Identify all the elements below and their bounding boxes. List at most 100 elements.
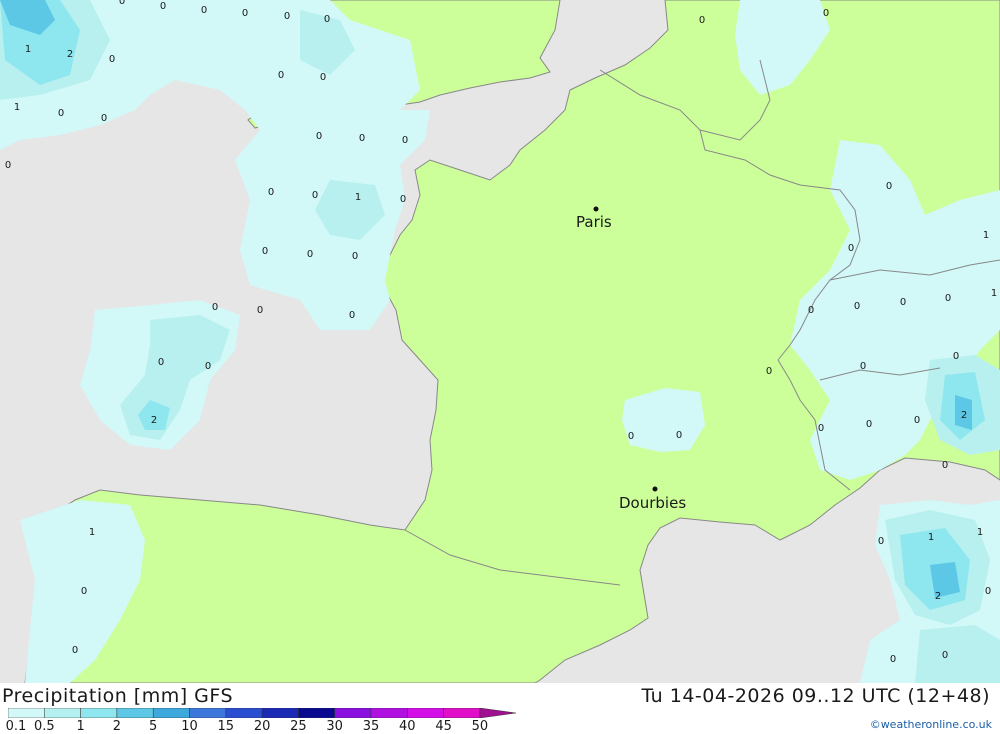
city-label-dourbies: Dourbies [619, 494, 686, 512]
value-label: 1 [928, 532, 934, 543]
value-label: 0 [890, 654, 896, 665]
value-label: 1 [14, 102, 20, 113]
value-label: 0 [58, 108, 64, 119]
value-label: 0 [205, 361, 211, 372]
value-label: 0 [101, 113, 107, 124]
value-label: 0 [942, 460, 948, 471]
legend-swatch [80, 708, 118, 718]
value-label: 0 [766, 366, 772, 377]
value-label: 0 [160, 1, 166, 12]
legend-color-bar [8, 708, 516, 718]
value-label: 0 [352, 251, 358, 262]
legend-value-label: 0.5 [33, 719, 55, 734]
value-label: 1 [25, 44, 31, 55]
legend-value-label: 2 [112, 719, 122, 734]
value-label: 0 [942, 650, 948, 661]
value-label: 0 [400, 194, 406, 205]
value-label: 0 [284, 11, 290, 22]
legend-value-label: 1 [76, 719, 85, 734]
value-label: 0 [878, 536, 884, 547]
value-label: 0 [316, 131, 322, 142]
map-footer: Precipitation [mm] GFS Tu 14-04-2026 09.… [0, 683, 1000, 734]
value-label: 2 [151, 415, 157, 426]
legend-swatch [407, 708, 444, 718]
city-dot-paris [593, 206, 599, 212]
legend-swatch [8, 708, 45, 718]
value-label: 0 [699, 15, 705, 26]
value-label: 0 [72, 645, 78, 656]
value-label: 0 [628, 431, 634, 442]
value-label: 0 [257, 305, 263, 316]
legend-labels: 0.1 0.5 1 2 5 10 15 20 25 30 35 40 45 50 [0, 719, 560, 734]
value-label: 0 [808, 305, 814, 316]
value-label: 0 [848, 243, 854, 254]
city-label-paris: Paris [576, 213, 612, 231]
legend-swatch [334, 708, 372, 718]
value-label: 0 [262, 246, 268, 257]
value-label: 0 [953, 351, 959, 362]
legend-value-label: 35 [362, 719, 380, 734]
legend-swatch [152, 708, 190, 718]
value-label: 0 [278, 70, 284, 81]
value-label: 0 [818, 423, 824, 434]
credit-link[interactable]: ©weatheronline.co.uk [870, 718, 992, 731]
value-label: 0 [324, 14, 330, 25]
legend-value-label: 40 [399, 719, 416, 734]
value-label: 0 [823, 8, 829, 19]
legend-swatch [298, 708, 335, 718]
legend-value-label: 5 [149, 719, 158, 734]
value-label: 1 [89, 527, 95, 538]
value-label: 1 [977, 527, 983, 538]
value-label: 1 [983, 230, 989, 241]
legend-value-label: 0.1 [5, 719, 27, 734]
value-label: 1 [355, 192, 361, 203]
value-label: 0 [307, 249, 313, 260]
value-label: 0 [242, 8, 248, 19]
value-label: 0 [5, 160, 11, 171]
value-label: 0 [900, 297, 906, 308]
value-label: 0 [268, 187, 274, 198]
value-label: 0 [109, 54, 115, 65]
value-label: 0 [81, 586, 87, 597]
legend-swatch [44, 708, 81, 718]
value-label: 2 [67, 49, 73, 60]
value-label: 0 [860, 361, 866, 372]
value-label: 0 [945, 293, 951, 304]
map-canvas: 0 0 0 0 0 0 0 0 1 2 0 1 0 0 0 0 0 0 0 0 … [0, 0, 1000, 683]
value-label: 0 [866, 419, 872, 430]
legend-swatch [189, 708, 227, 718]
map-title: Precipitation [mm] GFS [2, 685, 234, 707]
legend-swatch [443, 708, 481, 718]
legend-value-label: 30 [326, 719, 343, 734]
legend-value-label: 15 [217, 719, 235, 734]
value-label: 0 [119, 0, 125, 7]
legend-value-label: 25 [290, 719, 307, 734]
value-label: 0 [201, 5, 207, 16]
legend-value-label: 50 [471, 719, 489, 734]
legend-value-label: 20 [253, 719, 271, 734]
value-label: 2 [935, 591, 941, 602]
legend-swatch [261, 708, 299, 718]
legend-swatch [225, 708, 263, 718]
value-label: 1 [991, 288, 997, 299]
value-label: 0 [320, 72, 326, 83]
legend-swatch [116, 708, 154, 718]
value-label: 2 [961, 410, 967, 421]
value-label: 0 [676, 430, 682, 441]
legend-swatch [479, 708, 516, 718]
precipitation-map: 0 0 0 0 0 0 0 0 1 2 0 1 0 0 0 0 0 0 0 0 … [0, 0, 1000, 683]
forecast-timestamp: Tu 14-04-2026 09..12 UTC (12+48) [641, 685, 990, 707]
legend-value-label: 45 [435, 719, 452, 734]
value-label: 0 [402, 135, 408, 146]
value-label: 0 [985, 586, 991, 597]
value-label: 0 [312, 190, 318, 201]
value-label: 0 [886, 181, 892, 192]
value-label: 0 [212, 302, 218, 313]
value-label: 0 [914, 415, 920, 426]
value-label: 0 [158, 357, 164, 368]
city-dot-dourbies [652, 486, 658, 492]
legend-swatch [370, 708, 408, 718]
value-label: 0 [359, 133, 365, 144]
value-label: 0 [854, 301, 860, 312]
legend-value-label: 10 [181, 719, 198, 734]
